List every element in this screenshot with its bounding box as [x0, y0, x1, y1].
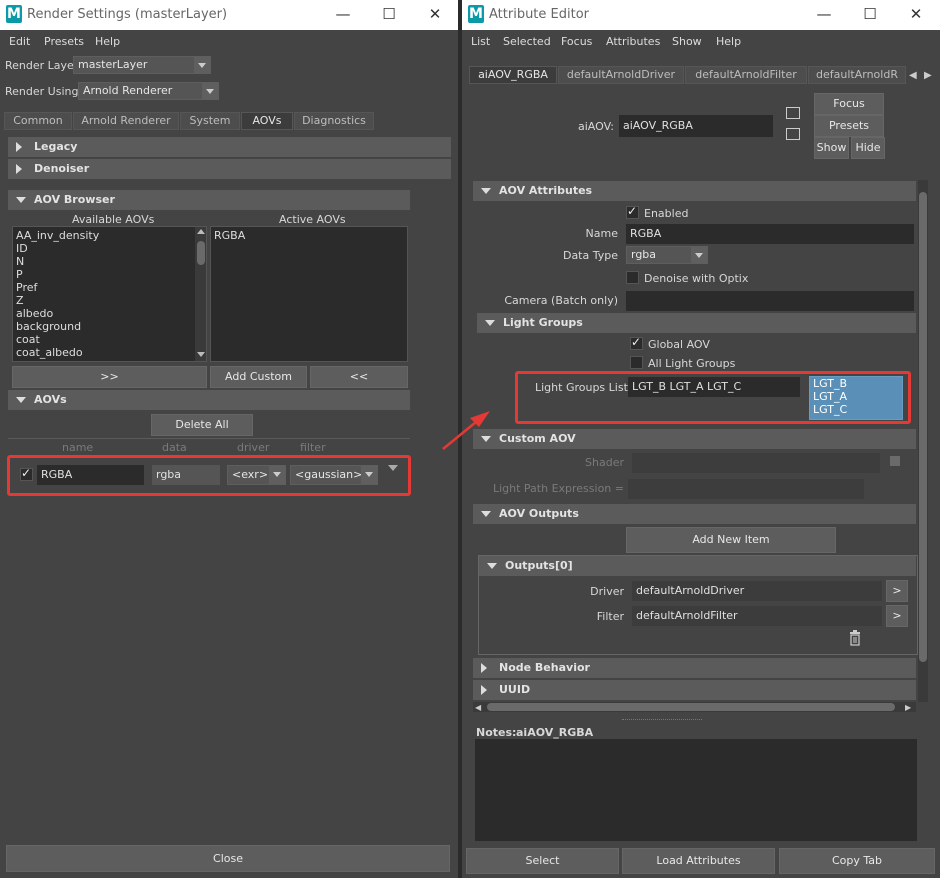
annotation-arrow-icon	[442, 411, 490, 450]
